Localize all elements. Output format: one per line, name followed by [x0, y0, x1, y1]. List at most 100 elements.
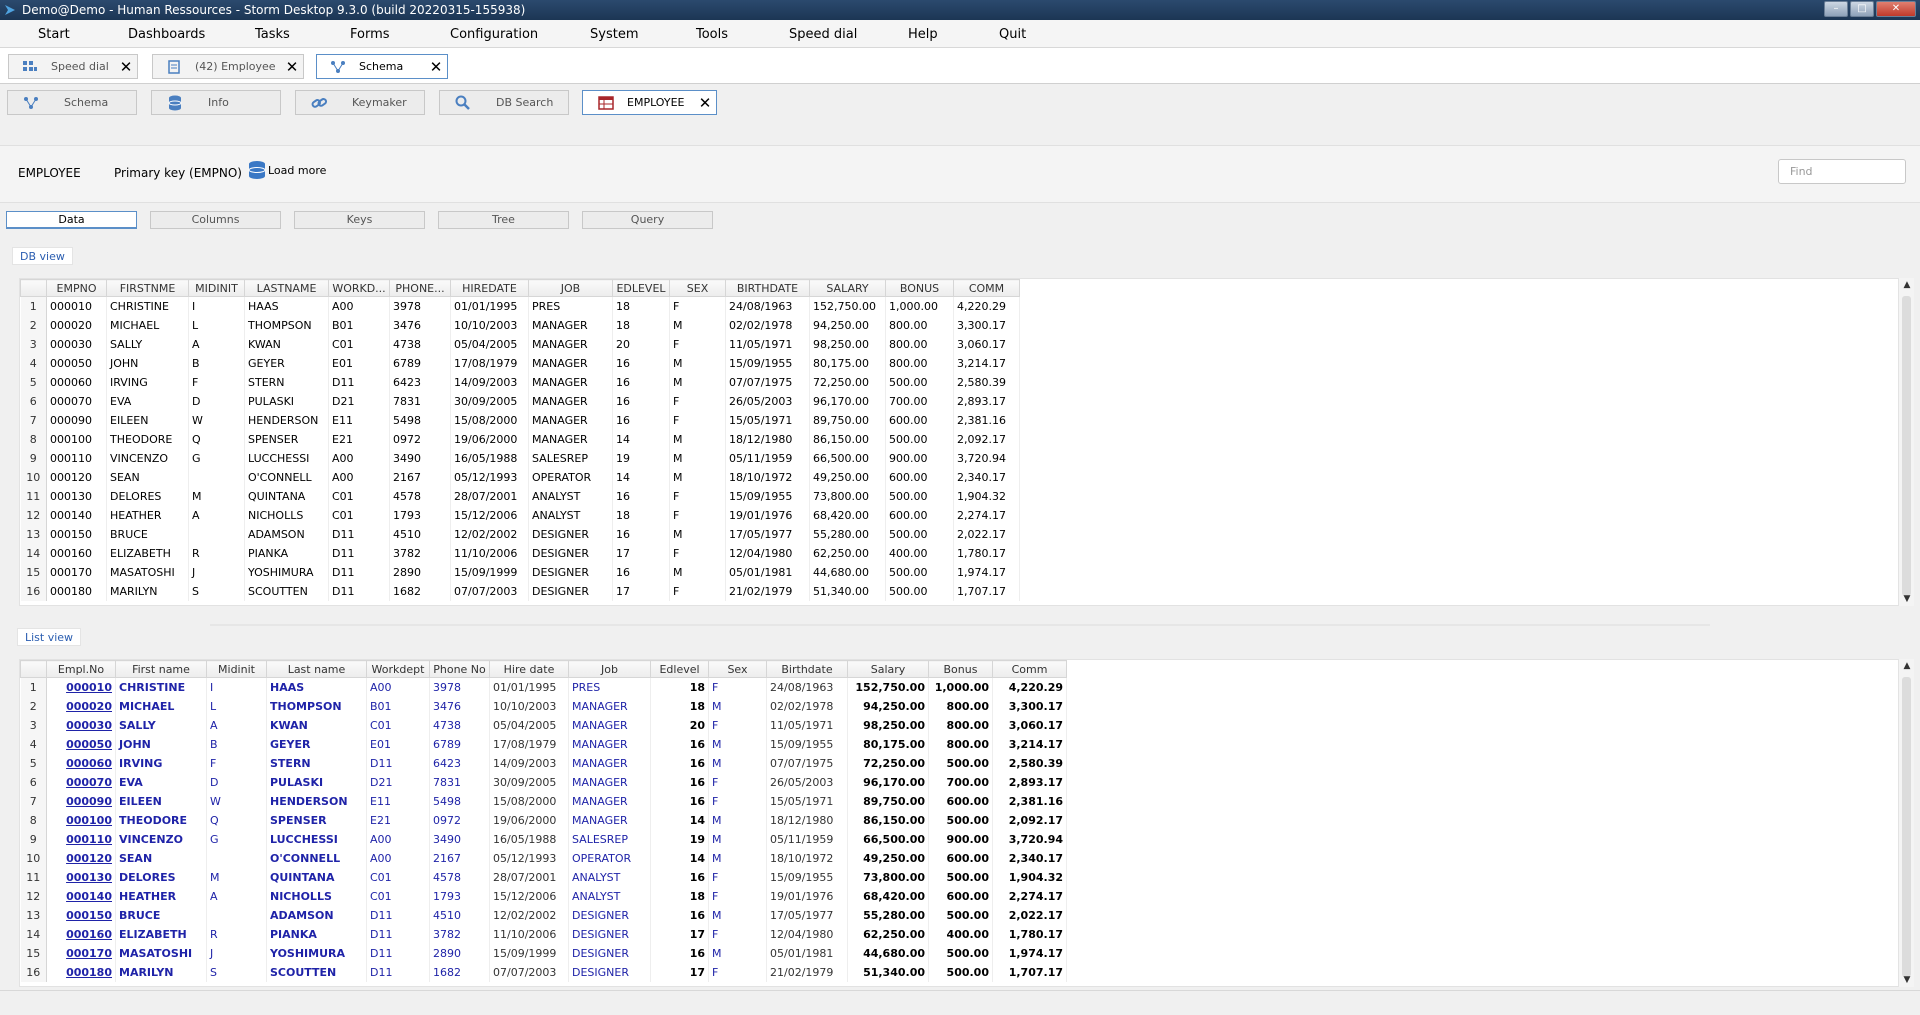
table-cell[interactable]: 600.00 — [928, 791, 993, 811]
table-cell[interactable]: 18 — [612, 315, 670, 335]
table-cell[interactable]: F — [669, 505, 726, 525]
table-cell[interactable]: 17/05/1977 — [766, 905, 848, 925]
table-row[interactable]: 11 000130 DELORES M QUINTANA C01 4578 28/07/200… — [20, 867, 1067, 887]
table-cell[interactable]: 500.00 — [885, 429, 954, 449]
menu-dashboards[interactable]: Dashboards — [128, 27, 205, 42]
table-cell[interactable]: 51,340.00 — [809, 581, 886, 601]
table-row[interactable]: 10 000120 SEAN O'CONNELL A00 2167 05/12/1993 OP… — [20, 467, 1020, 487]
table-cell[interactable]: 500.00 — [885, 372, 954, 392]
employee-link[interactable]: 000100 — [46, 810, 116, 830]
table-cell[interactable]: SPENSER — [244, 429, 329, 449]
employee-link[interactable]: 000030 — [46, 715, 116, 735]
table-cell[interactable]: 02/02/1978 — [766, 696, 848, 716]
table-cell[interactable]: 000170 — [46, 562, 107, 582]
table-cell[interactable]: 3,300.17 — [992, 696, 1067, 716]
employee-link[interactable]: 000140 — [46, 886, 116, 906]
table-cell[interactable]: F — [708, 677, 767, 697]
table-cell[interactable]: F — [669, 410, 726, 430]
close-window-button[interactable]: ✕ — [1876, 1, 1916, 17]
employee-link[interactable]: 000150 — [46, 905, 116, 925]
table-cell[interactable]: 14 — [612, 467, 670, 487]
table-cell[interactable]: 73,800.00 — [847, 867, 929, 887]
table-row[interactable]: 9 000110 VINCENZO G LUCCHESSI A00 3490 16/05/19… — [20, 448, 1020, 468]
table-cell[interactable]: 3978 — [389, 296, 451, 316]
table-cell[interactable]: E11 — [328, 410, 390, 430]
table-cell[interactable]: KWAN — [266, 715, 367, 735]
table-row[interactable]: 16 000180 MARILYN S SCOUTTEN D11 1682 07/07/200… — [20, 962, 1067, 982]
table-cell[interactable]: 14/09/2003 — [450, 372, 529, 392]
table-cell[interactable]: 01/01/1995 — [489, 677, 569, 697]
table-cell[interactable]: B01 — [328, 315, 390, 335]
table-cell[interactable]: MANAGER — [528, 372, 613, 392]
table-cell[interactable]: 000110 — [46, 448, 107, 468]
table-cell[interactable]: 400.00 — [885, 543, 954, 563]
table-cell[interactable]: 3476 — [389, 315, 451, 335]
table-cell[interactable]: VINCENZO — [115, 829, 207, 849]
table-cell[interactable]: PULASKI — [244, 391, 329, 411]
table-cell[interactable]: 19 — [650, 829, 709, 849]
employee-link[interactable]: 000120 — [46, 848, 116, 868]
table-cell[interactable]: 3782 — [389, 543, 451, 563]
subtab-columns[interactable]: Columns — [150, 211, 281, 229]
table-cell[interactable]: 15/05/1971 — [766, 791, 848, 811]
table-cell[interactable]: 2,340.17 — [992, 848, 1067, 868]
table-cell[interactable]: CHRISTINE — [115, 677, 207, 697]
table-cell[interactable]: C01 — [328, 334, 390, 354]
table-cell[interactable]: THEODORE — [115, 810, 207, 830]
table-row[interactable]: 3 000030 SALLY A KWAN C01 4738 05/04/2005 MANAGE… — [20, 334, 1020, 354]
table-cell[interactable]: O'CONNELL — [266, 848, 367, 868]
table-cell[interactable]: 800.00 — [885, 353, 954, 373]
table-cell[interactable]: 000010 — [46, 296, 107, 316]
table-cell[interactable]: 30/09/2005 — [450, 391, 529, 411]
table-cell[interactable]: 18/12/1980 — [766, 810, 848, 830]
table-cell[interactable]: 18/10/1972 — [725, 467, 810, 487]
table-cell[interactable]: 44,680.00 — [847, 943, 929, 963]
table-cell[interactable]: E11 — [366, 791, 430, 811]
table-cell[interactable]: 19 — [612, 448, 670, 468]
table-cell[interactable]: D11 — [328, 581, 390, 601]
employee-link[interactable]: 000050 — [46, 734, 116, 754]
table-cell[interactable]: 11/05/1971 — [725, 334, 810, 354]
table-cell[interactable]: M — [669, 562, 726, 582]
table-cell[interactable]: 000070 — [46, 391, 107, 411]
table-cell[interactable]: F — [708, 924, 767, 944]
table-cell[interactable]: MARILYN — [115, 962, 207, 982]
table-cell[interactable]: F — [669, 486, 726, 506]
table-cell[interactable]: D21 — [328, 391, 390, 411]
table-cell[interactable]: D11 — [366, 753, 430, 773]
table-cell[interactable]: 000060 — [46, 372, 107, 392]
table-cell[interactable]: 07/07/2003 — [450, 581, 529, 601]
table-cell[interactable]: 1,000.00 — [928, 677, 993, 697]
table-cell[interactable]: 80,175.00 — [809, 353, 886, 373]
table-cell[interactable]: QUINTANA — [244, 486, 329, 506]
table-cell[interactable]: 17 — [612, 581, 670, 601]
table-cell[interactable]: 18/12/1980 — [725, 429, 810, 449]
table-cell[interactable]: PULASKI — [266, 772, 367, 792]
table-cell[interactable]: A00 — [328, 467, 390, 487]
table-row[interactable]: 1 000010 CHRISTINE I HAAS A00 3978 01/01/1995 PR… — [20, 296, 1020, 316]
table-cell[interactable]: 1,974.17 — [953, 562, 1020, 582]
table-cell[interactable]: MANAGER — [528, 391, 613, 411]
table-cell[interactable]: 80,175.00 — [847, 734, 929, 754]
table-cell[interactable]: 3,720.94 — [953, 448, 1020, 468]
column-header[interactable]: Midinit — [206, 660, 267, 678]
table-cell[interactable]: 1793 — [429, 886, 490, 906]
table-cell[interactable]: HAAS — [244, 296, 329, 316]
table-row[interactable]: 4 000050 JOHN B GEYER E01 6789 17/08/1979 MANAGE… — [20, 734, 1067, 754]
table-cell[interactable]: M — [669, 467, 726, 487]
table-cell[interactable]: MANAGER — [528, 353, 613, 373]
table-row[interactable]: 12 000140 HEATHER A NICHOLLS C01 1793 15/12/200… — [20, 505, 1020, 525]
table-cell[interactable]: 2890 — [389, 562, 451, 582]
table-cell[interactable]: Q — [188, 429, 245, 449]
table-cell[interactable]: 1,000.00 — [885, 296, 954, 316]
table-row[interactable]: 7 000090 EILEEN W HENDERSON E11 5498 15/08/2000… — [20, 410, 1020, 430]
employee-link[interactable]: 000010 — [46, 677, 116, 697]
table-cell[interactable]: 600.00 — [885, 505, 954, 525]
table-cell[interactable]: SCOUTTEN — [266, 962, 367, 982]
table-cell[interactable]: F — [708, 772, 767, 792]
table-cell[interactable]: 98,250.00 — [809, 334, 886, 354]
table-cell[interactable]: M — [708, 753, 767, 773]
table-cell[interactable]: D11 — [328, 562, 390, 582]
table-cell[interactable]: PRES — [528, 296, 613, 316]
table-cell[interactable]: 800.00 — [885, 334, 954, 354]
